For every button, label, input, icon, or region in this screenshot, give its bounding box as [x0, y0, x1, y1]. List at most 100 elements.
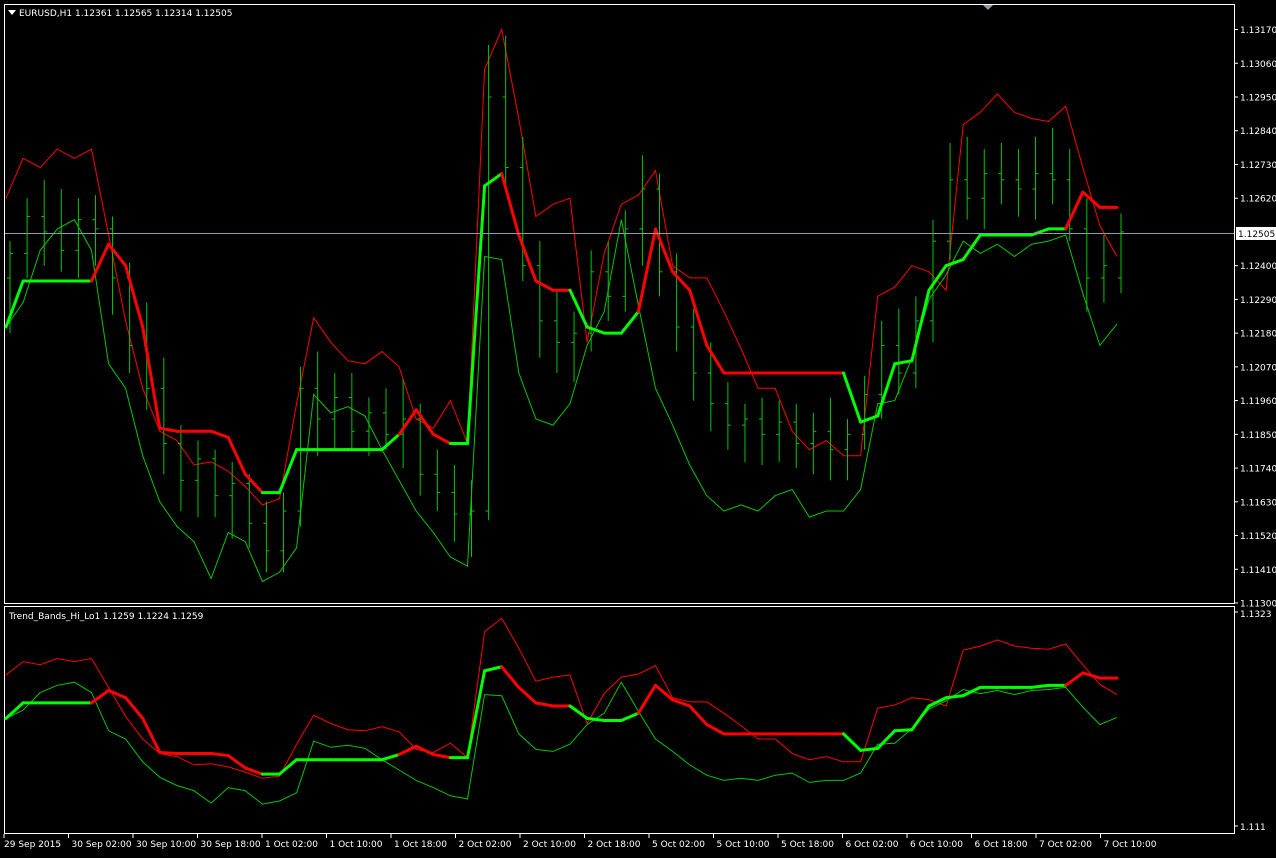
trend-segment-down [89, 688, 111, 705]
main-pane-title-text: EURUSD,H1 1.12361 1.12565 1.12314 1.1250… [19, 9, 232, 19]
trend-segment-down [688, 704, 709, 727]
trend-segment-up [1030, 683, 1051, 689]
trend-segment-down [500, 665, 521, 689]
time-tick-label: 1 Oct 10:00 [330, 840, 383, 850]
trend-segment-up [380, 753, 401, 762]
trend-segment-up [619, 310, 640, 335]
trend-segment-down [397, 744, 418, 757]
trend-segment-down [107, 688, 128, 700]
trend-segment-up [4, 279, 25, 329]
trend-segment-down [636, 683, 658, 715]
trend-segment-down [107, 242, 128, 268]
trend-segment-up [961, 685, 982, 698]
time-tick-label: 7 Oct 10:00 [1104, 840, 1157, 850]
time-tick-label: 6 Oct 18:00 [975, 840, 1028, 850]
price-tick-label: 1.11520 [1240, 532, 1276, 542]
trend-segment-up [277, 448, 299, 495]
price-tick-label: 1.11850 [1240, 431, 1276, 441]
trend-segment-up [483, 172, 504, 188]
lower-band-line [5, 219, 1118, 583]
trend-segment-down [158, 750, 179, 756]
trend-segment-down [431, 432, 452, 446]
price-tick-label: 1.12400 [1240, 262, 1276, 272]
sub-top-tick: 1.1323 [1240, 610, 1272, 620]
trend-segment-down [397, 408, 418, 436]
time-axis[interactable]: 29 Sep 2015 30 Sep 02:00 30 Sep 10:00 30 Se… [3, 834, 1157, 850]
trend-segment-down [124, 264, 145, 329]
price-tick-label: 1.12730 [1240, 161, 1276, 171]
trend-segment-up [380, 432, 401, 452]
price-tick-label: 1.12070 [1240, 363, 1276, 373]
price-tick-label: 1.12950 [1240, 94, 1276, 104]
trend-segment-down [414, 408, 435, 436]
price-axis[interactable]: 1.13170 1.13060 1.12950 1.12840 1.12730 1.126… [1234, 26, 1276, 610]
trend-segment-down [534, 701, 555, 708]
trend-segment-down [636, 227, 658, 314]
trend-segment-down [414, 744, 435, 757]
collapse-triangle-icon[interactable] [8, 10, 16, 15]
trend-segment-down [1064, 671, 1085, 687]
trend-segment-down [209, 752, 230, 758]
trend-segment-up [910, 704, 931, 732]
time-tick-label: 5 Oct 18:00 [781, 840, 834, 850]
time-tick-label: 1 Oct 02:00 [265, 840, 318, 850]
trend-segment-down [158, 426, 179, 433]
shift-marker-icon[interactable] [983, 5, 993, 10]
chart-window: 1.12505 EURUSD,H1 1.12361 1.12565 1.1231… [0, 0, 1276, 854]
trend-segment-down [500, 172, 521, 237]
trend-segment-up [876, 729, 897, 750]
price-tick-label: 1.11630 [1240, 498, 1276, 508]
price-tick-label: 1.11300 [1240, 600, 1276, 610]
trend-segment-down [1081, 671, 1102, 680]
trend-segment-down [705, 723, 726, 736]
price-tick-label: 1.12840 [1240, 127, 1276, 137]
chart-canvas: 1.12505 EURUSD,H1 1.12361 1.12565 1.1231… [3, 4, 1276, 850]
trend-segment-down [671, 698, 692, 708]
price-tick-label: 1.12180 [1240, 330, 1276, 340]
trend-segment-down [141, 325, 162, 430]
trend-segment-up [277, 758, 299, 776]
sub-bottom-tick: 1.111 [1240, 823, 1266, 833]
sub-pane-title: Trend_Bands_Hi_Lo1 1.1259 1.1224 1.1259 [8, 612, 204, 622]
trend-segment-up [483, 665, 504, 673]
price-tick-label: 1.11740 [1240, 465, 1276, 475]
trend-segment-up [585, 716, 606, 722]
current-price-label: 1.12505 [1238, 230, 1275, 240]
trend-segment-down [124, 696, 145, 720]
time-tick-label: 29 Sep 2015 [4, 840, 61, 850]
time-tick-label: 2 Oct 18:00 [588, 840, 641, 850]
trend-segment-up [568, 704, 589, 720]
time-tick-label: 6 Oct 10:00 [910, 840, 963, 850]
lower-band-line [5, 681, 1118, 805]
trend-segment-up [619, 711, 640, 722]
main-pane-frame [4, 4, 1235, 604]
price-tick-label: 1.12290 [1240, 296, 1276, 306]
trend-segment-down [226, 435, 247, 476]
trend-segment-down [517, 685, 538, 705]
trend-segment-up [910, 288, 931, 363]
time-tick-label: 2 Oct 02:00 [459, 840, 512, 850]
trend-segment-down [705, 343, 726, 375]
trend-segment-up [1030, 227, 1051, 237]
main-pane-title[interactable]: EURUSD,H1 1.12361 1.12565 1.12314 1.1250… [8, 9, 232, 19]
sub-price-axis[interactable]: 1.1323 1.111 [1234, 610, 1272, 833]
price-tick-label: 1.13060 [1240, 60, 1276, 70]
time-tick-label: 6 Oct 02:00 [846, 840, 899, 850]
price-tick-label: 1.13170 [1240, 26, 1276, 36]
trend-segment-up [4, 701, 25, 720]
trend-segment-down [1064, 190, 1085, 231]
trend-segment-up [568, 288, 589, 329]
trend-segment-up [893, 728, 914, 733]
time-tick-label: 30 Sep 02:00 [72, 840, 132, 850]
trend-segment-up [944, 694, 965, 700]
time-tick-label: 1 Oct 18:00 [394, 840, 447, 850]
price-tick-label: 1.11960 [1240, 397, 1276, 407]
trend-segment-up [859, 746, 880, 752]
trend-segment-up [842, 371, 863, 424]
price-tick-label: 1.12620 [1240, 195, 1276, 205]
trend-segment-down [534, 279, 555, 292]
time-tick-label: 7 Oct 02:00 [1039, 840, 1092, 850]
trend-segment-up [842, 732, 863, 752]
time-tick-label: 5 Oct 02:00 [652, 840, 705, 850]
trend-segment-up [876, 362, 897, 418]
